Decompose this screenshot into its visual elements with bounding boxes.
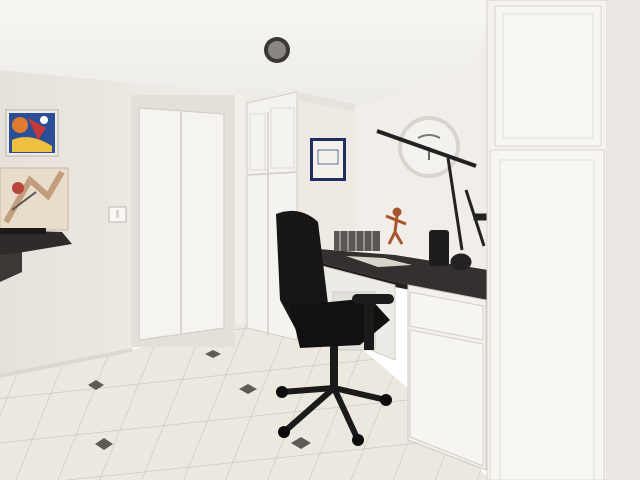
room-scene — [0, 0, 640, 480]
tall-storage-cabinet[interactable] — [486, 0, 608, 480]
abstract-painting — [5, 109, 59, 157]
framed-certificate — [310, 138, 346, 181]
framed-sculpture-art — [0, 167, 69, 231]
file-organizer — [334, 231, 380, 251]
right-edge-wall — [607, 0, 640, 480]
desk-drawer-cabinet[interactable] — [407, 284, 487, 471]
room-illustration — [0, 0, 640, 480]
desk-speaker — [429, 230, 449, 266]
